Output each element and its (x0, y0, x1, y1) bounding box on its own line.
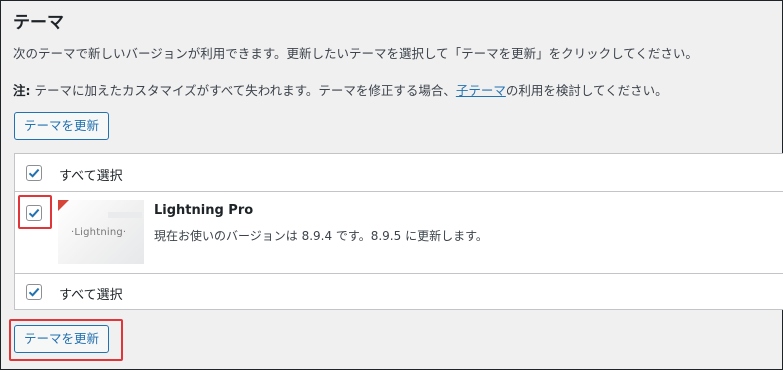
table-footer-row: すべて選択 (15, 274, 783, 310)
select-all-checkbox-top[interactable] (26, 165, 42, 181)
select-all-label-top: すべて選択 (59, 169, 123, 184)
checkmark-icon (28, 168, 40, 178)
table-header-row: すべて選択 (15, 154, 783, 192)
thumbnail-corner-badge (58, 200, 69, 211)
child-theme-link[interactable]: 子テーマ (456, 83, 506, 98)
note-text-before: テーマに加えたカスタマイズがすべて失われます。テーマを修正する場合、 (30, 83, 456, 98)
update-description: 次のテーマで新しいバージョンが利用できます。更新したいテーマを選択して「テーマを… (13, 46, 698, 61)
update-themes-button-top[interactable]: テーマを更新 (14, 112, 110, 140)
update-themes-button-bottom[interactable]: テーマを更新 (14, 325, 110, 353)
theme-thumbnail: ·Lightning· (58, 200, 144, 264)
thumbnail-bar (108, 212, 142, 218)
page-title: テーマ (13, 13, 64, 33)
checkmark-icon (28, 287, 40, 297)
note-label: 注: (13, 83, 31, 98)
select-all-checkbox-bottom[interactable] (26, 284, 42, 300)
theme-checkbox[interactable] (26, 205, 42, 221)
note-text-after: の利用を検討してください。 (505, 83, 668, 98)
select-all-label-bottom: すべて選択 (59, 288, 123, 303)
warning-note: 注: テーマに加えたカスタマイズがすべて失われます。テーマを修正する場合、子テー… (13, 80, 668, 99)
theme-name: Lightning Pro (154, 203, 254, 218)
theme-version-status: 現在お使いのバージョンは 8.9.4 です。8.9.5 に更新します。 (154, 229, 488, 243)
table-row: ·Lightning· Lightning Pro 現在お使いのバージョンは 8… (15, 192, 783, 274)
checkmark-icon (28, 208, 40, 218)
themes-table: すべて選択 ·Lightning· Lightning Pro 現在お使いのバー… (14, 153, 783, 310)
thumbnail-brand-text: ·Lightning· (71, 227, 127, 238)
